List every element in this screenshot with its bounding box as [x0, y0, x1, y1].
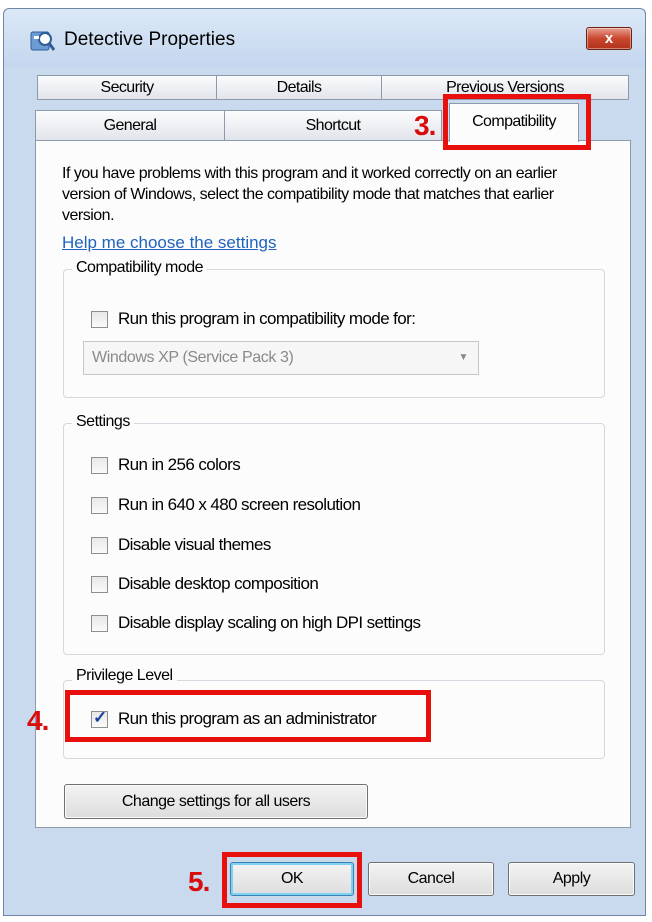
setting-label: Disable display scaling on high DPI sett…	[118, 613, 421, 632]
help-link[interactable]: Help me choose the settings	[62, 233, 277, 253]
setting-disable-desktop-composition-checkbox[interactable]	[91, 575, 108, 593]
step-5-label: 5.	[188, 866, 210, 897]
setting-256-colors-checkbox[interactable]	[91, 456, 108, 474]
cancel-button[interactable]: Cancel	[368, 862, 494, 896]
tab-general[interactable]: General	[35, 110, 225, 141]
compatibility-mode-group	[63, 269, 605, 398]
privilege-level-legend: Privilege Level	[72, 667, 177, 685]
setting-label: Disable visual themes	[118, 535, 271, 554]
close-icon: x	[604, 30, 614, 47]
setting-disable-visual-themes[interactable]: Disable visual themes	[91, 535, 271, 555]
window-title: Detective Properties	[64, 29, 236, 50]
tab-shortcut[interactable]: Shortcut	[224, 110, 442, 141]
app-icon	[30, 31, 56, 51]
compatibility-os-select[interactable]: Windows XP (Service Pack 3) ▼	[83, 341, 479, 375]
compatibility-mode-label: Run this program in compatibility mode f…	[118, 309, 416, 328]
intro-text: If you have problems with this program a…	[62, 165, 557, 224]
chevron-down-icon: ▼	[458, 352, 469, 363]
apply-button[interactable]: Apply	[508, 862, 635, 896]
run-as-admin-checkbox[interactable]	[91, 708, 108, 728]
setting-disable-dpi-scaling[interactable]: Disable display scaling on high DPI sett…	[91, 613, 421, 633]
setting-label: Run in 640 x 480 screen resolution	[118, 495, 361, 514]
settings-legend: Settings	[72, 413, 134, 431]
tab-previous-versions[interactable]: Previous Versions	[381, 75, 629, 100]
setting-640x480[interactable]: Run in 640 x 480 screen resolution	[91, 495, 361, 515]
tab-details[interactable]: Details	[216, 75, 382, 100]
setting-label: Run in 256 colors	[118, 455, 241, 474]
setting-disable-dpi-scaling-checkbox[interactable]	[91, 614, 108, 632]
setting-disable-desktop-composition[interactable]: Disable desktop composition	[91, 574, 319, 594]
compatibility-mode-legend: Compatibility mode	[72, 259, 208, 277]
change-settings-all-users-button[interactable]: Change settings for all users	[64, 784, 368, 819]
setting-label: Disable desktop composition	[118, 574, 319, 593]
compatibility-os-value: Windows XP (Service Pack 3)	[92, 349, 294, 366]
tab-compatibility[interactable]: Compatibility	[449, 103, 579, 142]
run-as-admin-label: Run this program as an administrator	[118, 709, 377, 728]
tab-security[interactable]: Security	[37, 75, 217, 100]
title-bar[interactable]: Detective Properties x	[4, 9, 645, 67]
close-button[interactable]: x	[586, 27, 632, 50]
setting-disable-visual-themes-checkbox[interactable]	[91, 536, 108, 554]
setting-256-colors[interactable]: Run in 256 colors	[91, 455, 241, 475]
compatibility-mode-checkbox[interactable]	[91, 310, 108, 328]
step-3-label: 3.	[414, 110, 436, 141]
setting-640x480-checkbox[interactable]	[91, 496, 108, 514]
step-4-label: 4.	[27, 705, 49, 736]
ok-button[interactable]: OK	[230, 862, 354, 896]
run-as-admin-row[interactable]: Run this program as an administrator	[91, 708, 377, 729]
compatibility-mode-row[interactable]: Run this program in compatibility mode f…	[91, 309, 416, 329]
